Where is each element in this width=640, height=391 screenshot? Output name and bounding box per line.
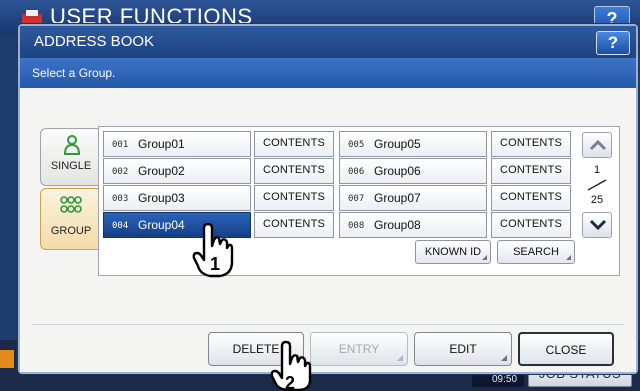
group-name: Group07 — [374, 191, 421, 205]
group-contents-button[interactable]: CONTENTS — [491, 158, 571, 184]
search-button[interactable]: SEARCH — [497, 240, 575, 264]
contents-label: CONTENTS — [262, 218, 326, 230]
group-name: Group05 — [374, 137, 421, 151]
close-button[interactable]: CLOSE — [518, 332, 614, 366]
dialog-instruction-bar: Select a Group. — [20, 58, 636, 88]
pointer-hand-icon-step-2: 2 — [270, 340, 312, 391]
pointer-hand-icon-step-1: 1 — [192, 222, 234, 278]
group-number: 006 — [348, 167, 365, 177]
contents-label: CONTENTS — [262, 137, 326, 149]
group-contents-button[interactable]: CONTENTS — [254, 158, 334, 184]
dialog-title: ADDRESS BOOK — [34, 33, 155, 50]
group-contents-button[interactable]: CONTENTS — [254, 131, 334, 157]
group-number: 002 — [112, 167, 129, 177]
contents-label: CONTENTS — [499, 137, 563, 149]
contents-label: CONTENTS — [262, 164, 326, 176]
edit-label: EDIT — [449, 342, 477, 356]
group-name: Group04 — [138, 218, 185, 232]
group-row-name[interactable]: 006 Group06 — [339, 158, 487, 184]
tab-single[interactable]: SINGLE — [40, 128, 100, 186]
known-id-label: KNOWN ID — [424, 246, 482, 258]
group-contents-button[interactable]: CONTENTS — [491, 212, 571, 238]
edit-button[interactable]: EDIT — [414, 332, 512, 366]
dialog-help-button[interactable]: ? — [596, 31, 630, 55]
tab-single-label: SINGLE — [50, 160, 92, 172]
dialog-title-bar: ADDRESS BOOK ? — [20, 26, 636, 58]
close-label: CLOSE — [545, 343, 587, 357]
contents-label: CONTENTS — [499, 218, 563, 230]
page-current: 1 — [593, 164, 601, 176]
group-row-name[interactable]: 007 Group07 — [339, 185, 487, 211]
scroll-up-button[interactable] — [582, 132, 612, 158]
group-row-name[interactable]: 002 Group02 — [103, 158, 251, 184]
group-people-icon — [60, 196, 82, 213]
corner-indicator-icon — [501, 355, 507, 361]
dialog-body: SINGLE GROUP 001 Group01 CONTENTS 002 Gr… — [20, 88, 636, 372]
corner-indicator-icon — [397, 355, 403, 361]
group-contents-button[interactable]: CONTENTS — [491, 185, 571, 211]
search-label: SEARCH — [513, 246, 559, 258]
contents-label: CONTENTS — [499, 191, 563, 203]
single-person-icon — [63, 135, 81, 155]
group-contents-button[interactable]: CONTENTS — [254, 185, 334, 211]
step-2-label: 2 — [285, 373, 295, 391]
group-number: 007 — [348, 194, 365, 204]
tab-group-label: GROUP — [50, 225, 92, 237]
chevron-down-icon — [589, 219, 607, 231]
footer-accent — [0, 350, 14, 368]
contents-label: CONTENTS — [499, 164, 563, 176]
dialog-instruction: Select a Group. — [32, 66, 116, 80]
entry-button[interactable]: ENTRY — [310, 332, 408, 366]
tab-group[interactable]: GROUP — [40, 188, 100, 250]
group-name: Group01 — [138, 137, 185, 151]
group-number: 008 — [348, 221, 365, 231]
entry-label: ENTRY — [338, 342, 380, 356]
chevron-up-icon — [589, 139, 607, 151]
group-name: Group03 — [138, 191, 185, 205]
group-row-name[interactable]: 008 Group08 — [339, 212, 487, 238]
group-number: 001 — [112, 140, 129, 150]
group-row-name[interactable]: 003 Group03 — [103, 185, 251, 211]
group-name: Group08 — [374, 218, 421, 232]
address-book-dialog: ADDRESS BOOK ? Select a Group. SINGLE GR… — [18, 24, 638, 374]
group-name: Group02 — [138, 164, 185, 178]
corner-indicator-icon — [482, 255, 487, 260]
step-1-label: 1 — [210, 254, 220, 274]
group-row-name[interactable]: 001 Group01 — [103, 131, 251, 157]
group-list-panel: 001 Group01 CONTENTS 002 Group02 CONTENT… — [98, 126, 620, 276]
scroll-down-button[interactable] — [582, 212, 612, 238]
group-contents-button[interactable]: CONTENTS — [254, 212, 334, 238]
group-contents-button[interactable]: CONTENTS — [491, 131, 571, 157]
group-number: 004 — [112, 221, 129, 231]
known-id-button[interactable]: KNOWN ID — [415, 240, 491, 264]
group-number: 003 — [112, 194, 129, 204]
group-name: Group06 — [374, 164, 421, 178]
group-row-name[interactable]: 005 Group05 — [339, 131, 487, 157]
page-total: 25 — [590, 194, 604, 206]
group-number: 005 — [348, 140, 365, 150]
contents-label: CONTENTS — [262, 191, 326, 203]
divider-line — [32, 324, 624, 325]
clock-time: 09:50 — [492, 374, 518, 385]
page-divider-icon — [587, 179, 607, 191]
corner-indicator-icon — [566, 255, 571, 260]
